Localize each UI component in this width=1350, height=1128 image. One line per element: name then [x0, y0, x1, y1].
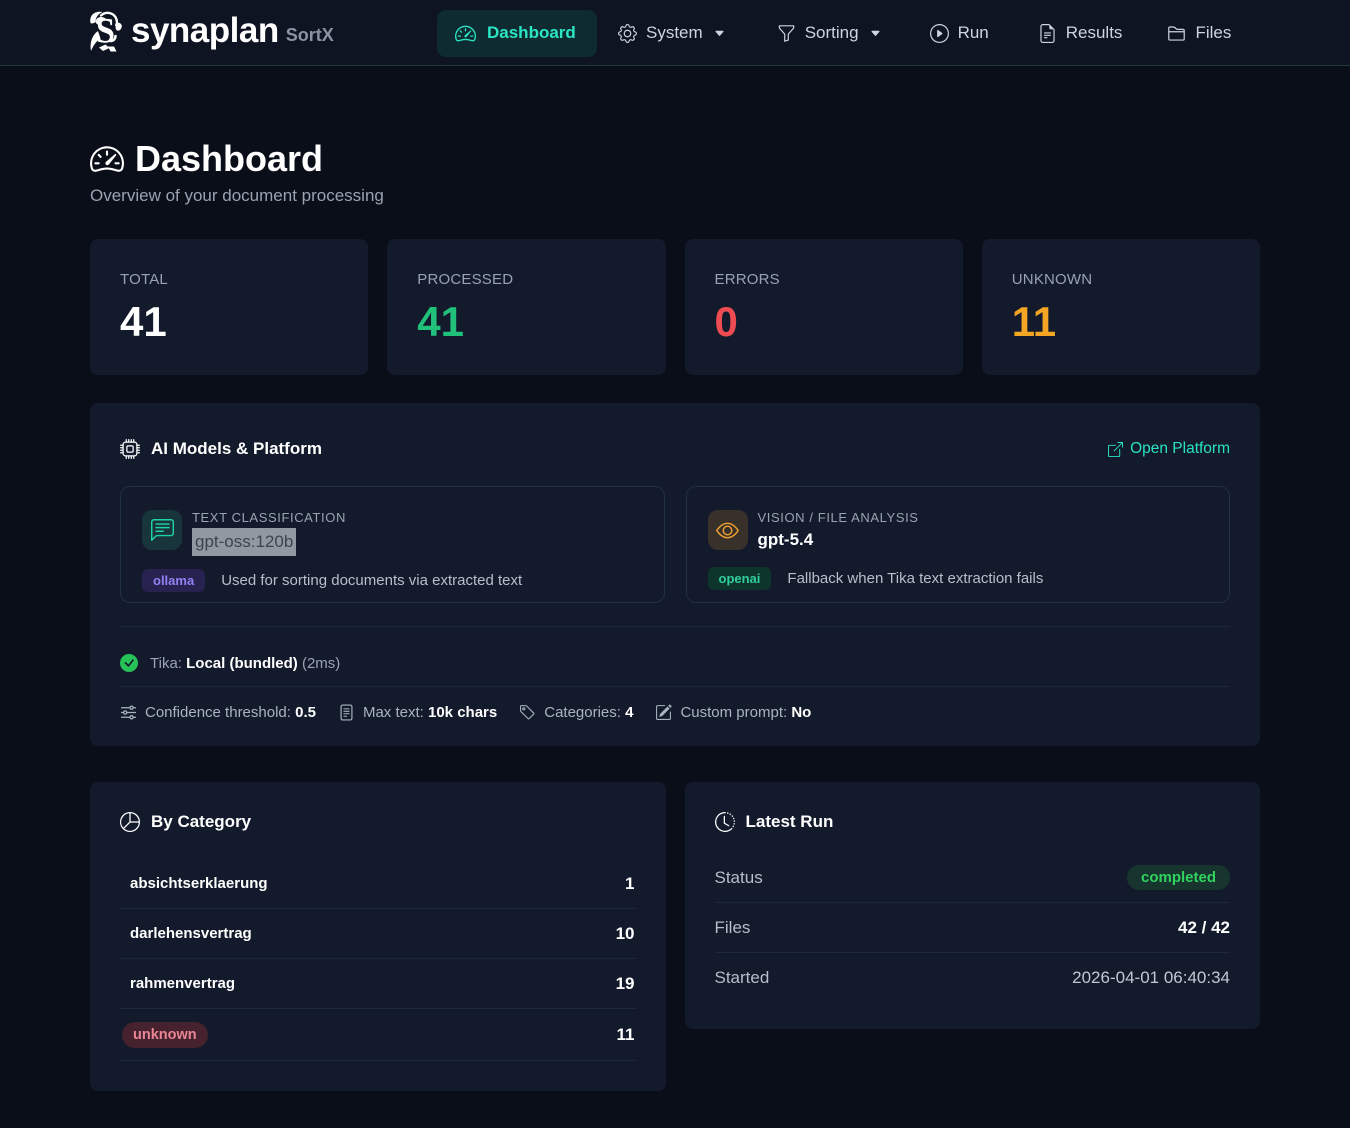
svg-text:S: S [96, 11, 115, 51]
